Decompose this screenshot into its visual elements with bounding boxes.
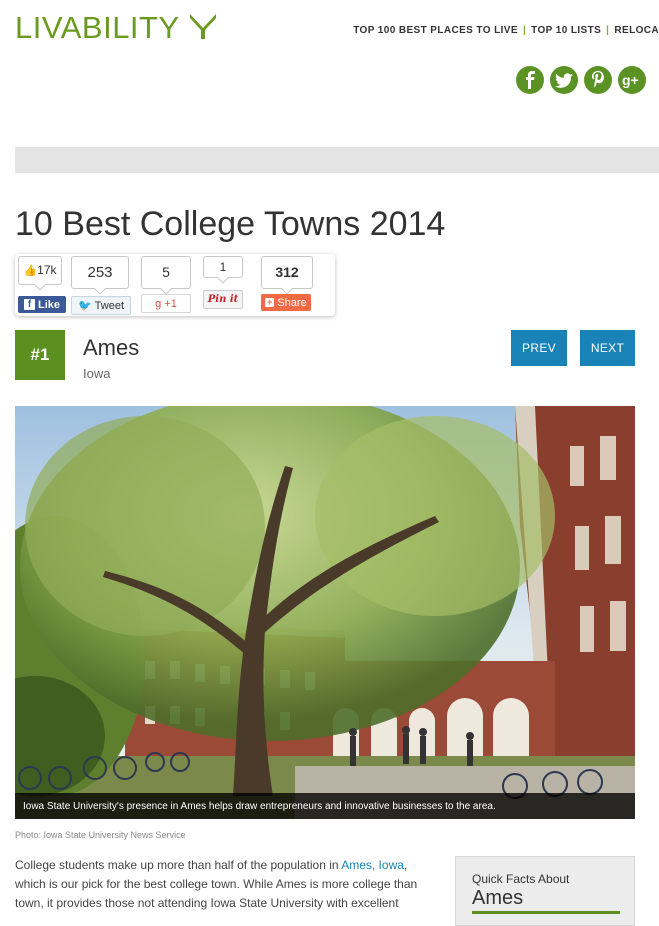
ames-iowa-link[interactable]: Ames, Iowa [341, 858, 404, 872]
share-widget: 👍17k f Like 253 🐦 Tweet 5 g +1 1 Pin it 3… [15, 254, 335, 316]
site-logo[interactable]: LIVABILITY [15, 10, 218, 46]
top-navigation: TOP 100 BEST PLACES TO LIVE | TOP 10 LISTS… [353, 25, 659, 36]
twitter-bird-icon: 🐦 [77, 300, 92, 312]
page-title: 10 Best College Towns 2014 [15, 205, 446, 243]
logo-text: LIVABILITY [15, 10, 180, 45]
pin-it-button[interactable]: Pin it [203, 290, 243, 309]
thumbs-up-icon: 👍 [23, 265, 38, 277]
ad-banner-placeholder [15, 147, 659, 173]
state-name: Iowa [83, 366, 111, 381]
gplus-g-icon: g [155, 297, 162, 310]
article-body: College students make up more than half … [15, 858, 418, 910]
house-logo-icon [190, 14, 217, 39]
tweet-count: 253 [71, 256, 129, 289]
google-plus-icon[interactable]: g+ [618, 66, 646, 94]
quick-facts-heading: Quick Facts About [472, 872, 570, 886]
facebook-like-count: 👍17k [18, 256, 62, 285]
nav-relocation[interactable]: RELOCA [614, 25, 659, 36]
city-name: Ames [83, 335, 140, 360]
pin-count: 1 [203, 256, 243, 278]
quick-facts-city: Ames [472, 887, 524, 909]
gplus-count: 5 [141, 256, 191, 289]
svg-text:g+: g+ [622, 72, 639, 88]
nav-top-10-lists[interactable]: TOP 10 LISTS [531, 25, 601, 36]
next-button[interactable]: NEXT [580, 330, 635, 366]
campus-illustration [15, 406, 635, 819]
photo-credit: Photo: Iowa State University News Servic… [15, 830, 186, 840]
share-button[interactable]: + Share [261, 294, 311, 311]
quick-facts-divider [472, 911, 620, 914]
photo-caption: Iowa State University's presence in Ames… [15, 793, 635, 819]
twitter-icon[interactable] [550, 66, 578, 94]
share-count: 312 [261, 256, 313, 289]
facebook-like-button[interactable]: f Like [18, 296, 66, 313]
gplus-button[interactable]: g +1 [141, 294, 191, 313]
rank-badge: #1 [15, 330, 65, 380]
nav-top-100[interactable]: TOP 100 BEST PLACES TO LIVE [353, 25, 518, 36]
facebook-icon[interactable] [516, 66, 544, 94]
social-links: g+ [516, 66, 646, 94]
facebook-f-icon: f [23, 299, 35, 310]
tweet-button[interactable]: 🐦 Tweet [71, 296, 131, 315]
prev-button[interactable]: PREV [511, 330, 567, 366]
plus-square-icon: + [265, 297, 275, 307]
featured-photo: Iowa State University's presence in Ames… [15, 406, 635, 819]
pinterest-icon[interactable] [584, 66, 612, 94]
